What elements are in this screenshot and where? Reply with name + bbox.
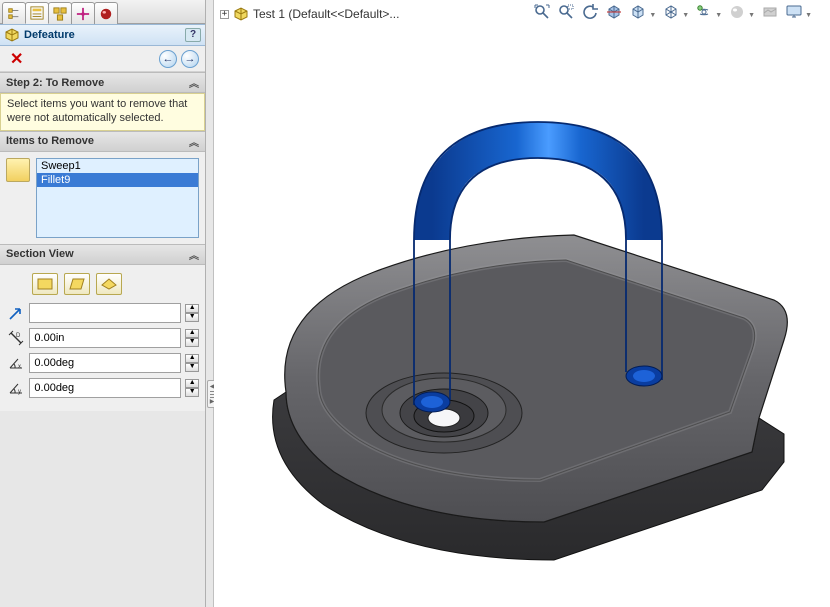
section-view-row: x ▲▼ xyxy=(6,353,199,373)
face-selection-icon xyxy=(6,158,30,182)
section-view-input-3[interactable] xyxy=(29,378,181,398)
tab-config-manager[interactable] xyxy=(48,2,72,24)
right-plane-button[interactable] xyxy=(64,273,90,295)
help-button[interactable]: ? xyxy=(185,28,201,42)
section-view-row: D ▲▼ xyxy=(6,328,199,348)
list-item[interactable]: Sweep1 xyxy=(37,159,198,173)
left-tab-strip xyxy=(0,0,205,24)
spin-down[interactable]: ▼ xyxy=(185,363,199,372)
angle-y-icon: y xyxy=(6,378,25,398)
tab-property-manager[interactable] xyxy=(25,2,49,24)
tab-render[interactable] xyxy=(94,2,118,24)
defeature-icon xyxy=(4,27,20,43)
cancel-button[interactable]: ✕ xyxy=(6,49,27,69)
spinner[interactable]: ▲▼ xyxy=(185,354,199,372)
command-action-row: ✕ ← → xyxy=(0,46,205,72)
items-header-label: Items to Remove xyxy=(6,135,94,147)
collapse-icon[interactable]: ︽ xyxy=(189,134,199,149)
section-view-row: ▲▼ xyxy=(6,303,199,323)
distance-icon: D xyxy=(6,328,25,348)
collapse-icon[interactable]: ︽ xyxy=(189,247,199,262)
panel-splitter[interactable] xyxy=(206,0,214,607)
step-section: Step 2: To Remove ︽ Select items you wan… xyxy=(0,72,205,131)
angle-x-icon: x xyxy=(6,353,25,373)
spin-down[interactable]: ▼ xyxy=(185,388,199,397)
spinner[interactable]: ▲▼ xyxy=(185,329,199,347)
spin-down[interactable]: ▼ xyxy=(185,338,199,347)
section-view-section: Section View ︽ ▲▼D▲▼x▲▼y▲▼ xyxy=(0,244,205,411)
nav-forward-button[interactable]: → xyxy=(181,50,199,68)
spin-down[interactable]: ▼ xyxy=(185,313,199,322)
section-view-header-label: Section View xyxy=(6,248,74,260)
spin-up[interactable]: ▲ xyxy=(185,304,199,313)
top-plane-button[interactable] xyxy=(96,273,122,295)
spin-up[interactable]: ▲ xyxy=(185,329,199,338)
front-plane-button[interactable] xyxy=(32,273,58,295)
section-view-header[interactable]: Section View ︽ xyxy=(0,245,205,265)
ref-arrow-icon xyxy=(6,303,25,323)
command-title-bar: Defeature ? xyxy=(0,24,205,46)
svg-text:x: x xyxy=(18,364,21,370)
spinner[interactable]: ▲▼ xyxy=(185,304,199,322)
step-hint: Select items you want to remove that wer… xyxy=(0,93,205,131)
spinner[interactable]: ▲▼ xyxy=(185,379,199,397)
spin-up[interactable]: ▲ xyxy=(185,379,199,388)
items-to-remove-list[interactable]: Sweep1Fillet9 xyxy=(36,158,199,238)
list-item[interactable]: Fillet9 xyxy=(37,173,198,187)
step-header-label: Step 2: To Remove xyxy=(6,77,104,89)
items-header[interactable]: Items to Remove ︽ xyxy=(0,132,205,152)
section-view-row: y ▲▼ xyxy=(6,378,199,398)
svg-text:y: y xyxy=(18,389,21,395)
collapse-icon[interactable]: ︽ xyxy=(189,75,199,90)
property-manager-panel: Defeature ? ✕ ← → Step 2: To Remove ︽ Se… xyxy=(0,0,206,607)
step-header[interactable]: Step 2: To Remove ︽ xyxy=(0,73,205,93)
model-rendering xyxy=(214,0,830,607)
svg-text:D: D xyxy=(16,333,21,339)
section-view-input-1[interactable] xyxy=(29,328,181,348)
command-title: Defeature xyxy=(24,29,75,41)
tab-feature-tree[interactable] xyxy=(2,2,26,24)
spin-up[interactable]: ▲ xyxy=(185,354,199,363)
plane-button-row xyxy=(6,273,199,295)
graphics-viewport[interactable]: + Test 1 (Default<<Default>... ▼▼▼▼▼ xyxy=(214,0,830,607)
section-view-input-0[interactable] xyxy=(29,303,181,323)
tab-dimxpert[interactable] xyxy=(71,2,95,24)
nav-back-button[interactable]: ← xyxy=(159,50,177,68)
items-section: Items to Remove ︽ Sweep1Fillet9 xyxy=(0,131,205,244)
section-view-input-2[interactable] xyxy=(29,353,181,373)
